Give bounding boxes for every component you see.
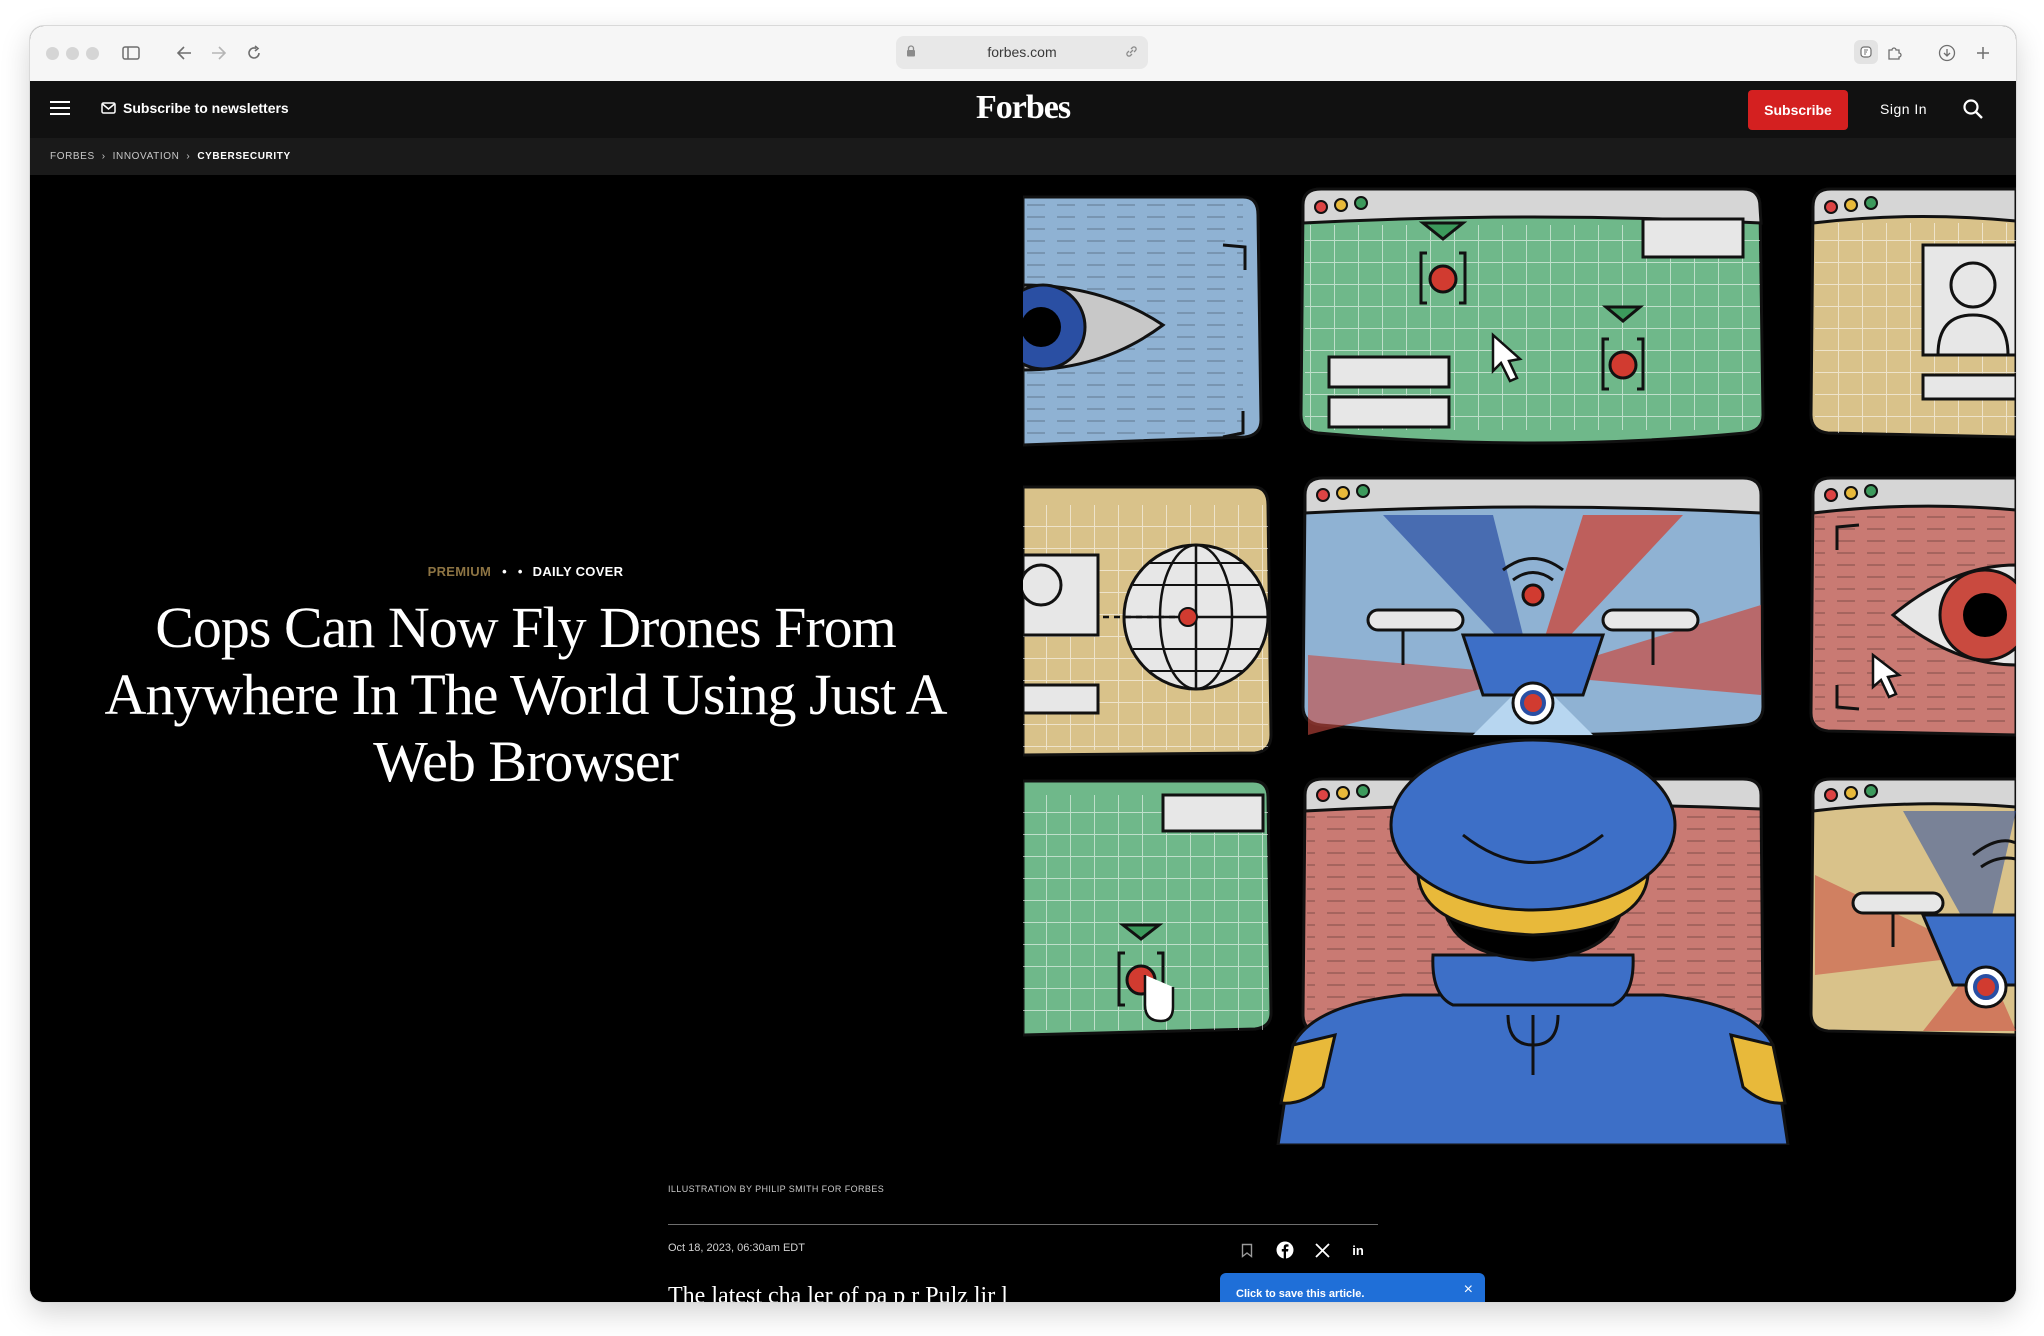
x-icon[interactable]: [1313, 1241, 1331, 1259]
screen-eye-red: [1809, 476, 2016, 737]
zoom-window-button[interactable]: [86, 47, 99, 60]
forward-icon[interactable]: [207, 41, 231, 65]
breadcrumb-bar: FORBES › INNOVATION › CYBERSECURITY: [30, 138, 2016, 175]
screen-eye-blue: [1023, 195, 1263, 467]
article-tags: PREMIUM • • DAILY COVER: [30, 564, 1021, 579]
subscribe-button[interactable]: Subscribe: [1748, 90, 1848, 130]
puzzle-icon[interactable]: [1882, 41, 1906, 65]
breadcrumb-item-forbes[interactable]: FORBES: [50, 151, 95, 162]
screen-drone-tan: [1809, 777, 2016, 1037]
browser-window: forbes.com Subscribe to newsletters Forb…: [30, 26, 2016, 1302]
address-bar[interactable]: forbes.com: [896, 36, 1148, 69]
url-text: forbes.com: [987, 44, 1057, 60]
forbes-logo[interactable]: Forbes: [30, 89, 2016, 127]
save-article-toast[interactable]: Click to save this article. ×: [1220, 1273, 1485, 1302]
article-date: Oct 18, 2023, 06:30am EDT: [668, 1242, 805, 1254]
article-body-start: The latest cha ler of pa p r Pulz lir l: [668, 1283, 1008, 1302]
chevron-right-icon: ›: [101, 151, 106, 162]
search-icon[interactable]: [1962, 98, 1984, 120]
toast-text: Click to save this article.: [1236, 1288, 1365, 1300]
download-icon[interactable]: [1935, 41, 1959, 65]
bookmark-icon[interactable]: [1238, 1241, 1256, 1259]
site-header: Subscribe to newsletters Forbes Subscrib…: [30, 81, 2016, 139]
facebook-icon[interactable]: [1276, 1241, 1294, 1259]
screen-drone-blue: [1301, 476, 1765, 737]
article-hero: PREMIUM • • DAILY COVER Cops Can Now Fly…: [30, 175, 2016, 1302]
minimize-window-button[interactable]: [66, 47, 79, 60]
screen-map-green: [1299, 187, 1765, 445]
screen-target-green: [1023, 779, 1273, 1037]
chevron-right-icon: ›: [186, 151, 191, 162]
extension-icon[interactable]: [1854, 40, 1878, 64]
article-headline: Cops Can Now Fly Drones From Anywhere In…: [104, 595, 947, 794]
close-window-button[interactable]: [46, 47, 59, 60]
close-icon[interactable]: ×: [1464, 1281, 1473, 1299]
breadcrumb: FORBES › INNOVATION › CYBERSECURITY: [50, 151, 291, 162]
sidebar-icon[interactable]: [119, 41, 143, 65]
breadcrumb-item-innovation[interactable]: INNOVATION: [113, 151, 180, 162]
screen-globe-tan: [1023, 485, 1273, 757]
link-icon[interactable]: [1125, 45, 1138, 61]
breadcrumb-item-cybersecurity[interactable]: CYBERSECURITY: [197, 151, 290, 162]
cover-illustration: [1023, 187, 2016, 1145]
sign-in-link[interactable]: Sign In: [1880, 101, 1927, 117]
tag-separator: •: [502, 564, 507, 579]
linkedin-icon[interactable]: in: [1349, 1241, 1367, 1259]
divider: [668, 1224, 1378, 1225]
screen-profile-tan: [1809, 187, 2016, 439]
back-icon[interactable]: [172, 41, 196, 65]
daily-cover-tag[interactable]: DAILY COVER: [533, 564, 624, 579]
browser-toolbar: forbes.com: [30, 26, 2016, 82]
reload-icon[interactable]: [242, 41, 266, 65]
tag-bullet: •: [517, 564, 523, 579]
new-tab-icon[interactable]: [1971, 41, 1995, 65]
illustration-credit: ILLUSTRATION BY PHILIP SMITH FOR FORBES: [668, 1184, 885, 1194]
premium-tag[interactable]: PREMIUM: [428, 564, 492, 579]
